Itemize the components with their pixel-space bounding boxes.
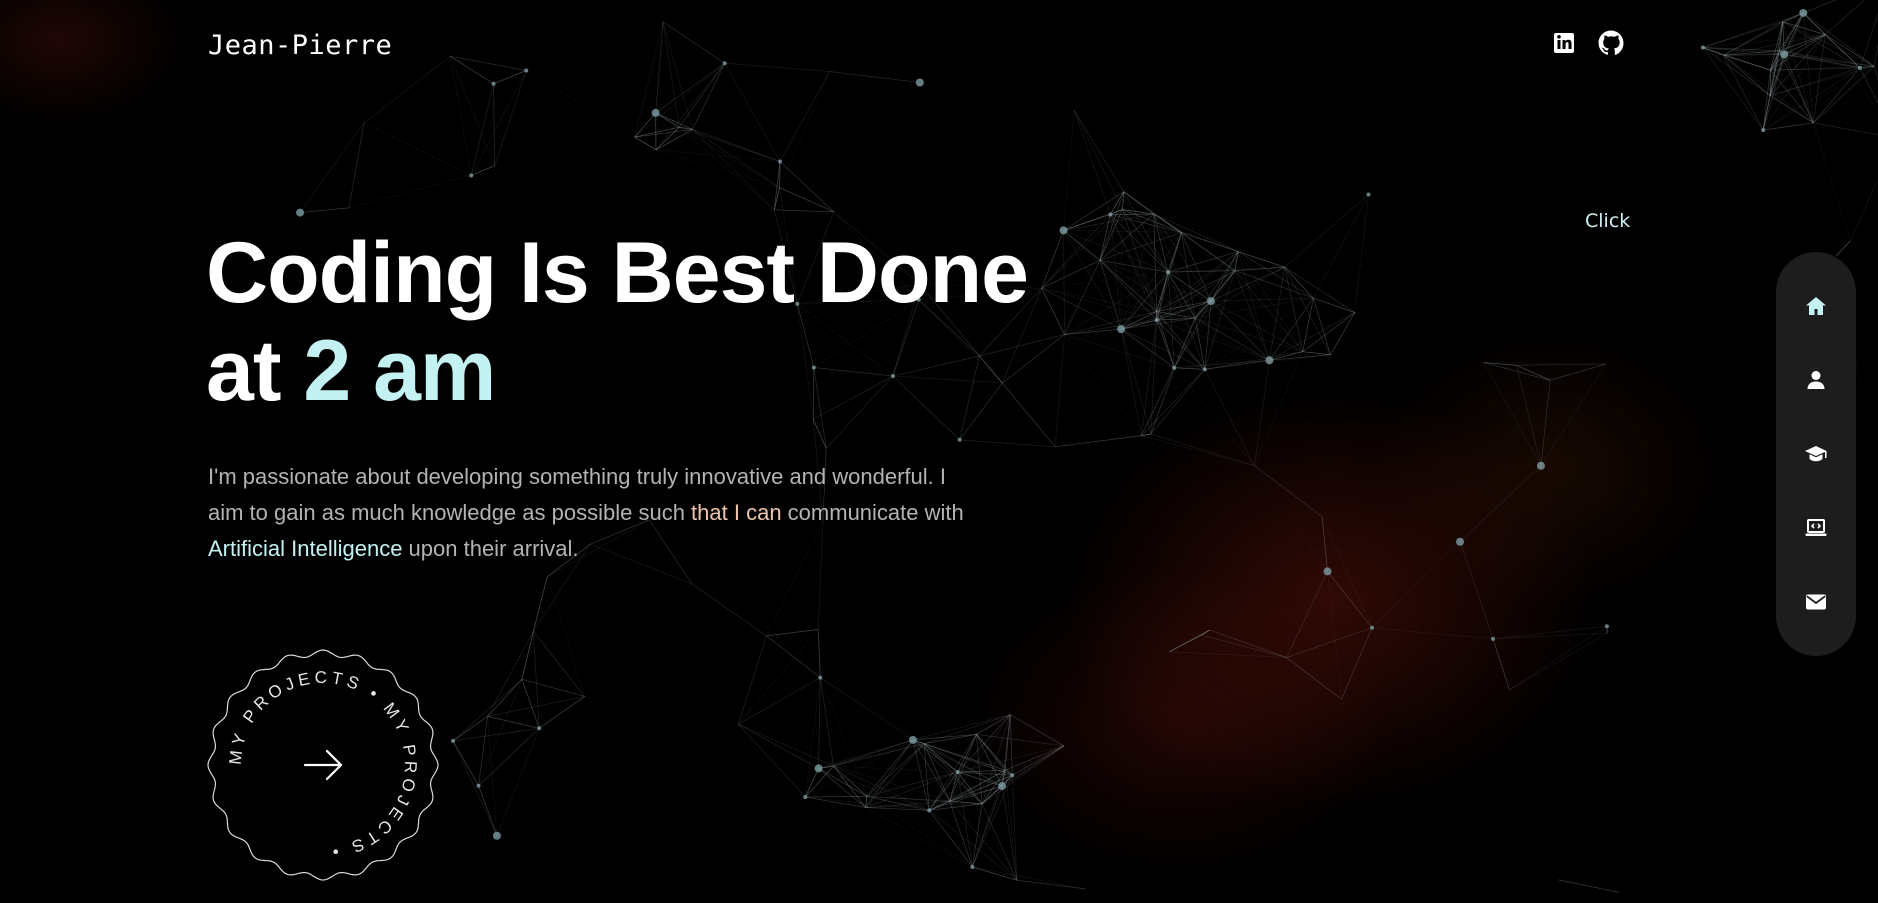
nav-contact[interactable] — [1796, 582, 1836, 622]
site-logo[interactable]: Jean-Pierre — [208, 30, 392, 61]
hero-title-accent: 2 am — [303, 323, 496, 419]
laptop-code-icon — [1805, 519, 1827, 536]
click-hint: Click — [1585, 210, 1631, 232]
home-icon — [1806, 297, 1826, 315]
hero-desc-highlight-ai: Artificial Intelligence — [208, 536, 403, 561]
hero-desc-highlight-warm: that I can — [691, 500, 782, 525]
hero-title-at: at — [206, 323, 281, 419]
hero-desc-part2: communicate with — [781, 500, 964, 525]
hero-title-line1: Coding Is Best Done — [206, 225, 1029, 321]
hero-title: Coding Is Best Done at 2 am — [206, 224, 1029, 420]
nav-about[interactable] — [1796, 360, 1836, 400]
side-navigation — [1776, 252, 1856, 656]
my-projects-button[interactable]: MY PROJECTS • MY PROJECTS • — [206, 648, 440, 882]
github-icon[interactable] — [1598, 30, 1624, 55]
envelope-icon — [1806, 594, 1826, 610]
nav-projects[interactable] — [1796, 508, 1836, 548]
hero-desc-part3: upon their arrival. — [402, 536, 579, 561]
social-links — [1552, 30, 1624, 55]
hero-description: I'm passionate about developing somethin… — [208, 459, 968, 567]
arrow-right-icon — [303, 749, 343, 781]
nav-education[interactable] — [1796, 434, 1836, 474]
linkedin-icon[interactable] — [1552, 30, 1576, 54]
graduation-cap-icon — [1805, 446, 1827, 462]
user-icon — [1807, 371, 1825, 389]
nav-home[interactable] — [1796, 286, 1836, 326]
